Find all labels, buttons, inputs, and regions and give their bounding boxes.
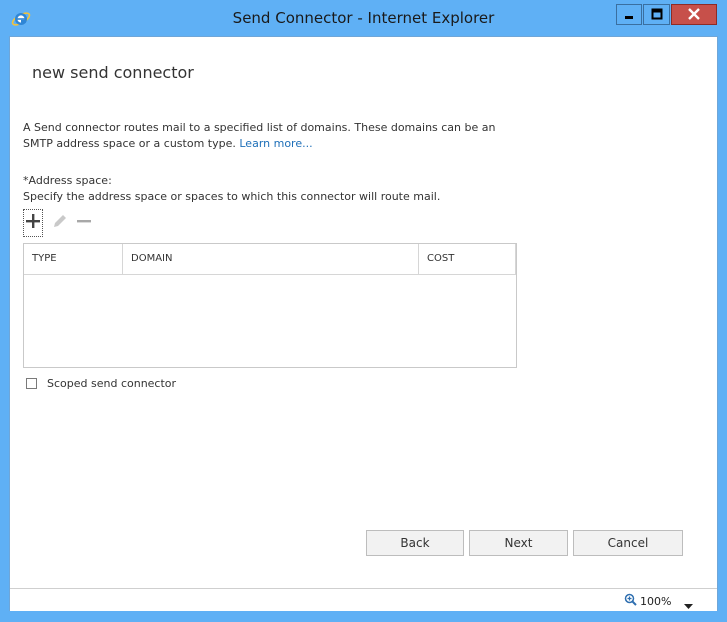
address-space-table[interactable]: TYPE DOMAIN COST — [23, 243, 517, 368]
status-bar: 100% — [10, 588, 717, 611]
zoom-icon — [624, 593, 637, 609]
address-space-label: *Address space: — [23, 174, 112, 187]
minimize-button[interactable] — [616, 4, 642, 25]
chevron-down-icon[interactable] — [684, 595, 693, 614]
table-header: TYPE DOMAIN COST — [24, 244, 516, 275]
dialog-content: new send connector A Send connector rout… — [9, 36, 718, 611]
close-icon — [687, 5, 701, 24]
column-header-type[interactable]: TYPE — [24, 244, 123, 274]
zoom-level: 100% — [640, 594, 672, 608]
remove-address-button[interactable] — [74, 209, 94, 237]
close-button[interactable] — [671, 4, 717, 25]
maximize-button[interactable] — [643, 4, 670, 25]
title-bar[interactable]: Send Connector - Internet Explorer — [0, 0, 727, 36]
scoped-connector-option[interactable]: Scoped send connector — [26, 377, 176, 390]
plus-icon — [25, 213, 41, 233]
column-header-cost[interactable]: COST — [419, 244, 516, 274]
maximize-icon — [651, 5, 663, 24]
next-button[interactable]: Next — [469, 530, 568, 556]
back-button[interactable]: Back — [366, 530, 464, 556]
zoom-control[interactable]: 100% — [624, 593, 671, 609]
pencil-icon — [52, 213, 68, 233]
edit-address-button[interactable] — [50, 209, 70, 237]
ie-window: Send Connector - Internet Explorer new s… — [0, 0, 727, 622]
address-space-hint: Specify the address space or spaces to w… — [23, 190, 441, 203]
learn-more-link[interactable]: Learn more... — [239, 137, 312, 150]
column-header-domain[interactable]: DOMAIN — [123, 244, 419, 274]
scoped-connector-checkbox[interactable] — [26, 378, 37, 389]
description-text: A Send connector routes mail to a specif… — [23, 120, 523, 152]
page-title: new send connector — [32, 63, 194, 82]
minus-icon — [76, 213, 92, 233]
cancel-button[interactable]: Cancel — [573, 530, 683, 556]
minimize-icon — [623, 5, 635, 24]
scoped-connector-label: Scoped send connector — [47, 377, 177, 390]
add-address-button[interactable] — [23, 209, 43, 237]
